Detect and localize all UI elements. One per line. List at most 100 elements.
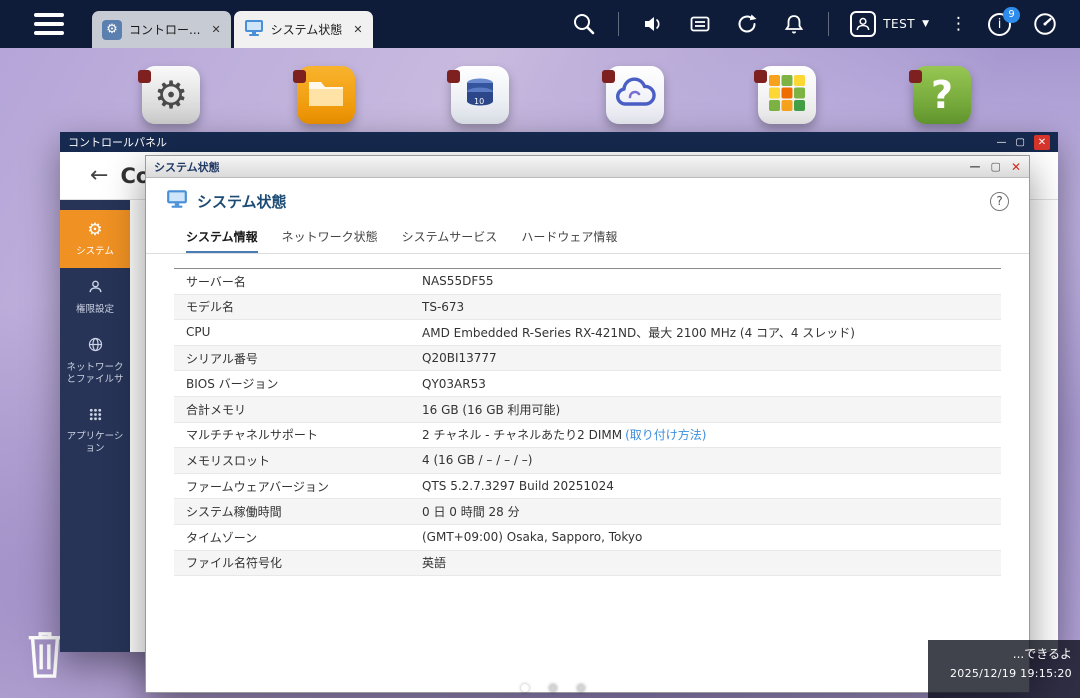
gear-icon: ⚙: [102, 20, 122, 40]
row-label: ファームウェアバージョン: [174, 478, 422, 495]
sidebar-item-network-file-services[interactable]: ネットワークとファイルサ: [60, 326, 130, 396]
sidebar-item-privilege[interactable]: 権限設定: [60, 268, 130, 326]
desktop-icon-control-panel[interactable]: ⚙: [142, 66, 200, 124]
desktop-icon-file-station[interactable]: [297, 66, 355, 124]
close-icon[interactable]: ✕: [1034, 135, 1050, 150]
person-icon: [87, 278, 104, 299]
desktop-icon-myqnapcloud[interactable]: [606, 66, 664, 124]
row-label: システム稼働時間: [174, 503, 422, 520]
folder-icon: [306, 76, 346, 114]
maximize-icon[interactable]: ▢: [1016, 137, 1025, 148]
installation-guide-link[interactable]: (取り付け方法): [625, 426, 706, 443]
monitor-icon: [166, 189, 188, 213]
row-value: Q20BI13777: [422, 351, 497, 365]
icon-badge: [293, 70, 306, 83]
resource-monitor-gauge-icon[interactable]: [1032, 11, 1058, 37]
desktop-page-dots: [521, 684, 585, 692]
tab-hardware-info[interactable]: ハードウェア情報: [521, 228, 617, 253]
desktop-icon-app-center[interactable]: [758, 66, 816, 124]
notification-count-badge: 9: [1003, 7, 1020, 23]
notification-toast-text: ...できるよ: [936, 645, 1072, 662]
sidebar-item-system[interactable]: ⚙ システム: [60, 210, 130, 268]
grid-dots-icon: [87, 406, 104, 427]
page-title: システム状態: [197, 191, 287, 212]
table-row: システム稼働時間0 日 0 時間 28 分: [174, 499, 1001, 525]
user-icon: [850, 11, 876, 37]
close-icon[interactable]: ✕: [1011, 160, 1021, 174]
row-label: メモリスロット: [174, 452, 422, 469]
notifications-info-icon[interactable]: i 9: [988, 13, 1011, 36]
main-menu-icon[interactable]: [34, 13, 64, 40]
row-value: TS-673: [422, 300, 464, 314]
external-device-icon[interactable]: [687, 11, 713, 37]
row-value: 0 日 0 時間 28 分: [422, 503, 520, 520]
tab-system-service[interactable]: システムサービス: [402, 228, 498, 253]
search-icon[interactable]: [571, 11, 597, 37]
minimize-icon[interactable]: —: [970, 160, 981, 173]
row-value: NAS55DF55: [422, 274, 493, 288]
tab-system-status[interactable]: システム状態 ✕: [234, 11, 373, 48]
tab-control-panel[interactable]: ⚙ コントロー... ✕: [92, 11, 231, 48]
chevron-down-icon: ▼: [922, 19, 929, 29]
table-row: CPUAMD Embedded R-Series RX-421ND、最大 210…: [174, 320, 1001, 346]
table-row: 合計メモリ16 GB (16 GB 利用可能): [174, 397, 1001, 423]
table-row: メモリスロット4 (16 GB / – / – / –): [174, 448, 1001, 474]
row-label: タイムゾーン: [174, 529, 422, 546]
system-info-table: サーバー名NAS55DF55 モデル名TS-673 CPUAMD Embedde…: [174, 268, 1001, 576]
icon-badge: [602, 70, 615, 83]
page-dot-2[interactable]: [549, 684, 557, 692]
icon-badge: [909, 70, 922, 83]
table-row: シリアル番号Q20BI13777: [174, 346, 1001, 372]
desktop-icon-storage-snapshots[interactable]: 10: [451, 66, 509, 124]
desktop-icon-help-center[interactable]: ?: [913, 66, 971, 124]
table-row: サーバー名NAS55DF55: [174, 269, 1001, 295]
table-row: タイムゾーン(GMT+09:00) Osaka, Sapporo, Tokyo: [174, 525, 1001, 551]
tab-network-status[interactable]: ネットワーク状態: [282, 228, 378, 253]
open-app-tabs: ⚙ コントロー... ✕ システム状態 ✕: [92, 11, 373, 48]
row-label: ファイル名符号化: [174, 554, 422, 571]
sidebar-item-applications[interactable]: アプリケーション: [60, 396, 130, 466]
icon-badge: [447, 70, 460, 83]
icon-badge: [138, 70, 151, 83]
back-arrow-icon[interactable]: ←: [90, 163, 108, 188]
row-value: 16 GB (16 GB 利用可能): [422, 401, 560, 418]
top-bar: ⚙ コントロー... ✕ システム状態 ✕: [0, 0, 1080, 48]
control-panel-sidebar: ⚙ システム 権限設定 ネットワークとファイルサ: [60, 200, 130, 652]
user-menu[interactable]: TEST ▼: [850, 11, 929, 37]
tab-label: システム状態: [271, 21, 343, 38]
top-bar-actions: TEST ▼ ⋮ i 9: [571, 0, 1058, 48]
sidebar-item-label: システム: [76, 246, 114, 258]
row-label: モデル名: [174, 298, 422, 315]
info-glyph: i: [998, 17, 1002, 32]
divider: [618, 12, 619, 36]
table-row: ファイル名符号化英語: [174, 551, 1001, 577]
row-value: AMD Embedded R-Series RX-421ND、最大 2100 M…: [422, 324, 855, 341]
row-label: 合計メモリ: [174, 401, 422, 418]
help-icon[interactable]: ?: [990, 192, 1009, 211]
mosaic-grid-icon: [768, 74, 806, 116]
notifications-bell-icon[interactable]: [781, 11, 807, 37]
window-title-bar[interactable]: システム状態 — ▢ ✕: [146, 156, 1029, 178]
table-row: BIOS バージョンQY03AR53: [174, 371, 1001, 397]
clock-panel: ...できるよ 2025/12/19 19:15:20: [928, 640, 1080, 698]
close-icon[interactable]: ✕: [353, 23, 362, 36]
overflow-menu-icon[interactable]: ⋮: [950, 14, 967, 34]
page-dot-1[interactable]: [521, 684, 529, 692]
volume-icon[interactable]: [640, 11, 666, 37]
page-dot-3[interactable]: [577, 684, 585, 692]
maximize-icon[interactable]: ▢: [991, 160, 1001, 173]
system-status-window: システム状態 — ▢ ✕ システム状態 ? システム情報 ネットワーク状態 シス…: [145, 155, 1030, 693]
row-value: 4 (16 GB / – / – / –): [422, 453, 532, 467]
divider: [828, 12, 829, 36]
tab-system-info[interactable]: システム情報: [186, 228, 258, 253]
row-value: 英語: [422, 554, 446, 571]
background-tasks-icon[interactable]: [734, 11, 760, 37]
window-title-bar[interactable]: コントロールパネル — ▢ ✕: [60, 132, 1058, 152]
minimize-icon[interactable]: —: [997, 137, 1007, 148]
close-icon[interactable]: ✕: [211, 23, 220, 36]
table-row: モデル名TS-673: [174, 295, 1001, 321]
row-value: QY03AR53: [422, 377, 486, 391]
row-label: BIOS バージョン: [174, 375, 422, 392]
desktop-screen: ⚙ コントロー... ✕ システム状態 ✕: [0, 0, 1080, 698]
tab-label: コントロー...: [129, 21, 200, 38]
